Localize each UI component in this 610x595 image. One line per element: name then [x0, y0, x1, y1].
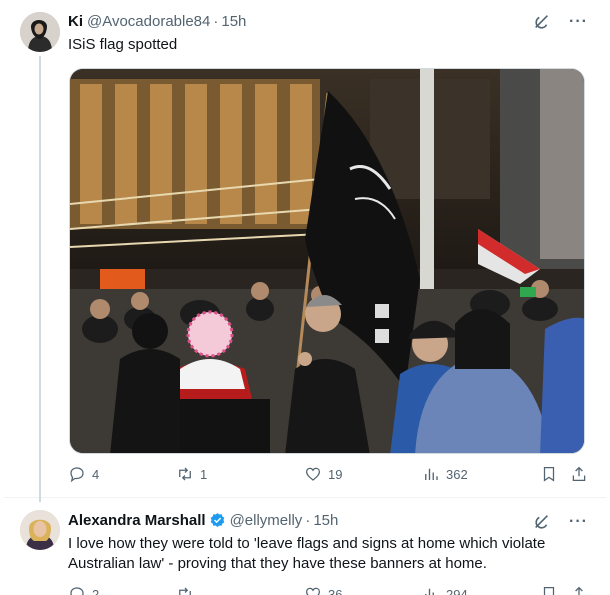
verified-badge-icon	[210, 513, 224, 527]
reply-icon	[70, 467, 84, 483]
separator-dot: ·	[213, 13, 219, 30]
avatar[interactable]	[20, 12, 60, 52]
avatar[interactable]	[20, 510, 60, 550]
share-button[interactable]	[570, 465, 588, 483]
bookmark-button[interactable]	[540, 465, 558, 483]
author-name[interactable]: Ki	[68, 13, 83, 30]
grok-icon[interactable]	[533, 513, 551, 531]
tweet-actions: 4 1 19 362	[68, 465, 588, 489]
tweet-header: Ki @Avocadorable84 · 15h	[68, 13, 246, 30]
like-icon	[305, 587, 321, 595]
views-count: 362	[446, 466, 468, 482]
share-button[interactable]	[570, 585, 588, 595]
views-count: 294	[446, 586, 468, 595]
like-count: 19	[328, 466, 343, 482]
repost-button[interactable]: 1	[176, 465, 207, 483]
grok-icon[interactable]	[533, 13, 551, 31]
more-icon[interactable]: ···	[569, 514, 588, 530]
timeline: Ki @Avocadorable84 · 15h ··· ISiS flag s…	[4, 0, 606, 595]
bookmark-icon	[543, 466, 555, 482]
tweet[interactable]: Ki @Avocadorable84 · 15h ··· ISiS flag s…	[4, 0, 606, 502]
tweet-text: I love how they were told to 'leave flag…	[68, 535, 546, 572]
views-icon	[425, 588, 434, 595]
like-icon	[305, 467, 321, 481]
repost-count: 1	[200, 466, 208, 482]
tweet-tools: ···	[533, 13, 588, 31]
more-icon[interactable]: ···	[569, 14, 588, 30]
author-handle[interactable]: @Avocadorable84	[87, 13, 210, 30]
views-button[interactable]: 294	[422, 585, 468, 595]
tweet-actions: 2 36 294	[68, 585, 588, 595]
bookmark-icon	[543, 586, 555, 595]
share-icon	[575, 586, 583, 595]
share-icon	[572, 466, 586, 482]
bookmark-button[interactable]	[540, 585, 558, 595]
like-button[interactable]: 19	[304, 465, 342, 483]
tweet-text: ISiS flag spotted	[68, 36, 178, 53]
tweet-header: Alexandra Marshall @ellymelly · 15h	[68, 512, 338, 529]
repost-icon	[179, 587, 191, 595]
timestamp[interactable]: 15h	[221, 13, 246, 30]
reply-count: 2	[92, 586, 100, 595]
like-button[interactable]: 36	[304, 585, 342, 595]
views-icon	[425, 468, 438, 480]
separator-dot: ·	[305, 512, 311, 529]
timestamp[interactable]: 15h	[313, 512, 338, 529]
reply-button[interactable]: 4	[68, 465, 99, 483]
views-button[interactable]: 362	[422, 465, 468, 483]
author-handle[interactable]: @ellymelly	[230, 512, 303, 529]
author-name[interactable]: Alexandra Marshall	[68, 512, 206, 529]
repost-icon	[179, 467, 191, 481]
like-count: 36	[328, 586, 343, 595]
tweet-tools: ···	[533, 513, 588, 531]
tweet-photo[interactable]	[69, 68, 585, 454]
reply-count: 4	[92, 466, 100, 482]
thread-line	[39, 56, 41, 502]
reply-button[interactable]: 2	[68, 585, 99, 595]
reply-icon	[70, 587, 84, 595]
repost-button[interactable]	[176, 585, 200, 595]
